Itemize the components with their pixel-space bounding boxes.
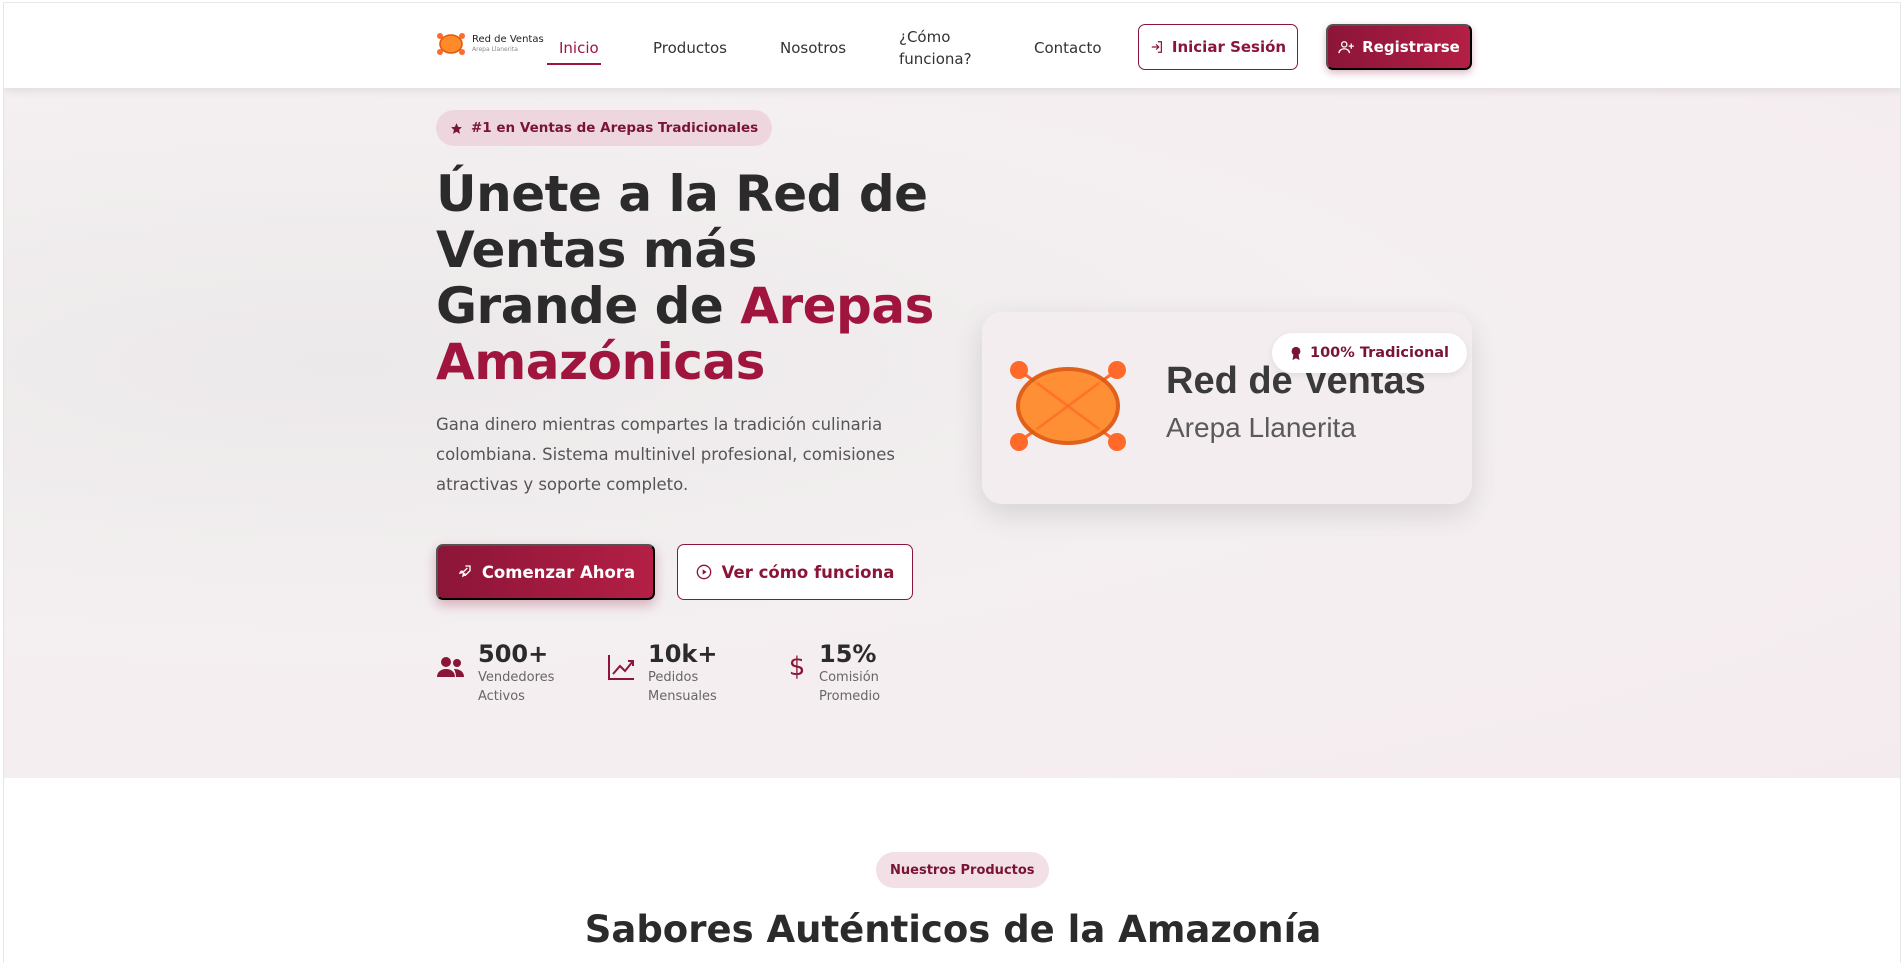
nav-item-productos[interactable]: Productos xyxy=(653,37,727,59)
products-section-tag: Nuestros Productos xyxy=(876,852,1049,888)
nav-item-nosotros[interactable]: Nosotros xyxy=(780,37,846,59)
stat-sellers: 500+ Vendedores Activos xyxy=(436,640,558,706)
star-icon xyxy=(451,122,462,134)
nav-item-contacto[interactable]: Contacto xyxy=(1034,37,1102,59)
hero-title: Únete a la Red de Ventas más Grande de A… xyxy=(436,165,934,391)
login-button[interactable]: Iniciar Sesión xyxy=(1138,24,1298,70)
brand-subtitle: Arepa Llanerita xyxy=(472,46,518,53)
arepa-logo-icon xyxy=(437,33,465,55)
stat-orders: 10k+ Pedidos Mensuales xyxy=(606,640,728,706)
traditional-badge: 100% Tradicional xyxy=(1272,333,1468,373)
card-subtitle: Arepa Llanerita xyxy=(1166,412,1356,443)
dollar-icon: $ xyxy=(788,652,806,682)
stat-label: Vendedores Activos xyxy=(478,670,555,704)
hero-description: Gana dinero mientras compartes la tradic… xyxy=(436,415,895,494)
nav-item-como-funciona[interactable]: ¿Cómo funciona? xyxy=(899,26,989,70)
products-section-title: Sabores Auténticos de la Amazonía xyxy=(584,908,1322,951)
hero-badge: #1 en Ventas de Arepas Tradicionales xyxy=(436,110,773,146)
user-plus-icon xyxy=(1338,41,1354,54)
play-circle-icon xyxy=(696,564,712,580)
nav-active-indicator xyxy=(547,63,601,65)
stat-label: Comisión Promedio xyxy=(819,670,881,704)
page: Red de Ventas Arepa Llanerita Inicio Pro… xyxy=(3,2,1901,963)
start-now-button[interactable]: Comenzar Ahora xyxy=(436,544,655,600)
stat-value: 500+ xyxy=(478,640,549,668)
how-it-works-button[interactable]: Ver cómo funciona xyxy=(677,544,913,600)
brand-logo[interactable]: Red de Ventas Arepa Llanerita xyxy=(436,31,544,57)
hero-section: #1 en Ventas de Arepas Tradicionales Úne… xyxy=(4,88,1900,778)
brand-title: Red de Ventas xyxy=(472,34,544,45)
site-header: Red de Ventas Arepa Llanerita Inicio Pro… xyxy=(4,2,1900,88)
sign-in-icon xyxy=(1151,41,1162,53)
nav-item-inicio[interactable]: Inicio xyxy=(559,37,599,59)
users-icon xyxy=(437,657,464,677)
stat-commission: $ 15% Comisión Promedio xyxy=(787,640,899,706)
stat-label: Pedidos Mensuales xyxy=(648,670,717,704)
chart-line-icon xyxy=(608,655,634,680)
register-button[interactable]: Registrarse xyxy=(1326,24,1472,70)
stat-value: 15% xyxy=(819,640,877,668)
stat-value: 10k+ xyxy=(648,640,718,668)
arepa-logo-icon xyxy=(1010,361,1126,451)
brand-card: Red de Ventas Arepa Llanerita 100% Tradi… xyxy=(982,312,1472,504)
award-icon xyxy=(1291,346,1301,360)
rocket-icon xyxy=(458,565,471,578)
